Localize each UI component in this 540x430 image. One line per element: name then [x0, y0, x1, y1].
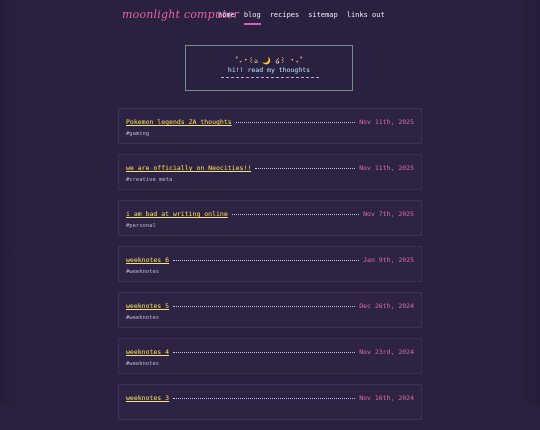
post-item: weeknotes 3 Nov 16th, 2024	[118, 384, 422, 420]
post-date: Nov 23rd, 2024	[359, 348, 414, 356]
post-date: Dec 26th, 2024	[359, 302, 414, 310]
nav-blog[interactable]: blog	[243, 11, 261, 25]
page: moonlight computer home blog recipes sit…	[0, 0, 540, 420]
post-item: i am bad at writing online Nov 7th, 2025…	[118, 200, 422, 236]
decoration-right: ໒꒱ ‧₊˚	[275, 57, 304, 65]
post-leader	[255, 167, 356, 169]
post-date: Nov 16th, 2024	[359, 394, 414, 402]
intro-tagline: hi!! read my thoughts	[227, 66, 311, 74]
post-leader	[173, 259, 360, 261]
post-leader	[173, 305, 356, 307]
post-line: weeknotes 6 Jan 9th, 2025	[126, 255, 414, 265]
post-title-link[interactable]: weeknotes 6	[126, 256, 169, 264]
post-line: we are officially on Neocities!! Nov 11t…	[126, 163, 414, 173]
post-list: Pokemon legends ZA thoughts Nov 11th, 20…	[118, 108, 422, 430]
post-item: weeknotes 6 Jan 9th, 2025 #weeknotes	[118, 246, 422, 282]
post-item: weeknotes 4 Nov 23rd, 2024 #weeknotes	[118, 338, 422, 374]
post-tag: #weeknotes	[126, 269, 160, 275]
post-item: Pokemon legends ZA thoughts Nov 11th, 20…	[118, 108, 422, 144]
post-item: we are officially on Neocities!! Nov 11t…	[118, 154, 422, 190]
main-nav: home blog recipes sitemap links out	[218, 11, 394, 25]
post-tag: #weeknotes	[126, 361, 160, 367]
post-leader	[173, 351, 356, 353]
intro-box: ˚₊‧꒰ა 🌙 ໒꒱ ‧₊˚ hi!! read my thoughts	[185, 45, 353, 91]
post-line: weeknotes 5 Dec 26th, 2024	[126, 301, 414, 311]
post-tag: #creative meta	[126, 177, 173, 183]
intro-decoration: ˚₊‧꒰ა 🌙 ໒꒱ ‧₊˚	[186, 55, 352, 65]
right-vignette	[518, 0, 540, 405]
site-header: moonlight computer home blog recipes sit…	[122, 6, 422, 28]
intro-divider	[221, 77, 319, 78]
post-line: i am bad at writing online Nov 7th, 2025	[126, 209, 414, 219]
post-line: weeknotes 3 Nov 16th, 2024	[126, 393, 414, 403]
post-tag: #gaming	[126, 131, 150, 137]
post-leader	[173, 397, 356, 399]
post-line: Pokemon legends ZA thoughts Nov 11th, 20…	[126, 117, 414, 127]
post-title-link[interactable]: weeknotes 5	[126, 302, 169, 310]
post-date: Nov 11th, 2025	[359, 164, 414, 172]
nav-links-out[interactable]: links out	[347, 11, 385, 25]
post-tag: #personal	[126, 223, 156, 229]
post-leader	[235, 121, 356, 123]
post-title-link[interactable]: weeknotes 3	[126, 394, 169, 402]
nav-home[interactable]: home	[218, 11, 235, 25]
post-item: weeknotes 5 Dec 26th, 2024 #weeknotes	[118, 292, 422, 328]
left-vignette	[0, 0, 22, 405]
post-tag: #weeknotes	[126, 315, 160, 321]
post-date: Nov 7th, 2025	[363, 210, 414, 218]
post-leader	[231, 213, 360, 215]
decoration-left: ˚₊‧꒰ა	[234, 57, 259, 65]
post-date: Nov 11th, 2025	[359, 118, 414, 126]
post-title-link[interactable]: we are officially on Neocities!!	[126, 164, 251, 172]
post-date: Jan 9th, 2025	[363, 256, 414, 264]
post-line: weeknotes 4 Nov 23rd, 2024	[126, 347, 414, 357]
nav-recipes[interactable]: recipes	[270, 11, 300, 25]
nav-sitemap[interactable]: sitemap	[308, 11, 338, 25]
post-title-link[interactable]: weeknotes 4	[126, 348, 169, 356]
post-title-link[interactable]: Pokemon legends ZA thoughts	[126, 118, 232, 126]
moon-icon: 🌙	[262, 57, 272, 65]
post-title-link[interactable]: i am bad at writing online	[126, 210, 228, 218]
